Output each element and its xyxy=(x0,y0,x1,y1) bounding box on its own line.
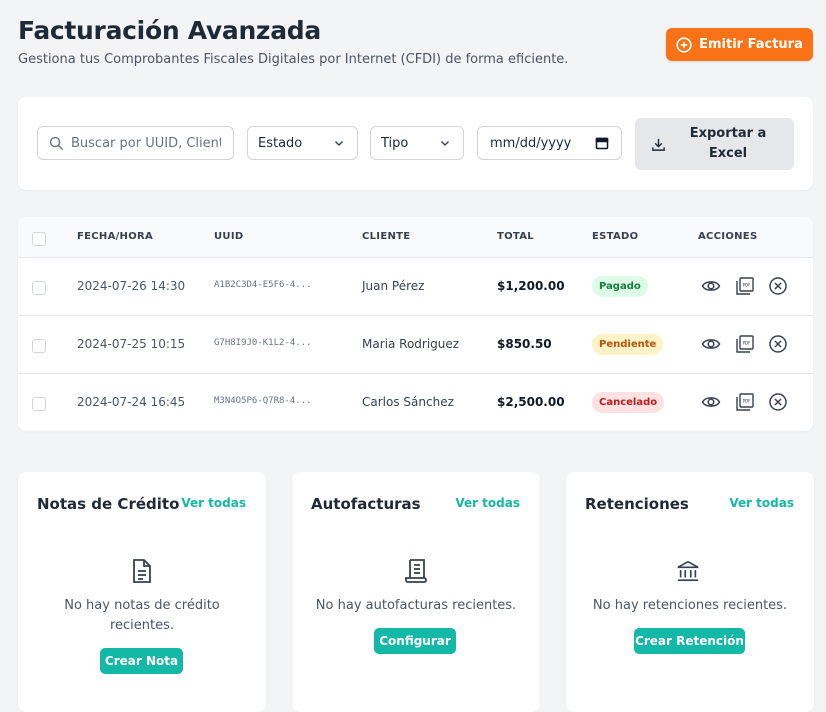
col-uuid: UUID xyxy=(214,231,244,242)
filters-bar: Buscar por UUID, Cliente... Estado Tipo … xyxy=(18,97,813,190)
row-fecha: 2024-07-25 10:15 xyxy=(77,337,186,351)
estado-select[interactable]: Estado xyxy=(247,126,358,160)
cancel-circle-icon[interactable] xyxy=(768,276,788,296)
bank-icon xyxy=(676,558,700,584)
tipo-select-value: Tipo xyxy=(381,135,409,151)
facturas-table: FECHA/HORA UUID CLIENTE TOTAL ESTADO ACC… xyxy=(18,217,813,431)
cancel-circle-icon[interactable] xyxy=(768,392,788,412)
row-cliente: Maria Rodriguez xyxy=(362,337,460,351)
receipt-icon xyxy=(404,558,428,584)
col-acciones: ACCIONES xyxy=(698,231,758,242)
eye-icon[interactable] xyxy=(701,392,721,412)
pdf-icon[interactable]: PDF xyxy=(735,276,755,296)
row-uuid: M3N4O5P6-Q7R8-4... xyxy=(214,396,312,406)
configurar-button[interactable]: Configurar xyxy=(374,628,456,654)
calendar-icon[interactable] xyxy=(595,136,609,150)
empty-message: No hay retenciones recientes. xyxy=(592,598,788,613)
card-title: Retenciones xyxy=(585,495,689,513)
col-fecha: FECHA/HORA xyxy=(77,231,154,242)
crear-retencion-button[interactable]: Crear Retención xyxy=(634,628,745,654)
exportar-excel-button[interactable]: Exportar a Excel xyxy=(635,118,794,170)
col-estado: ESTADO xyxy=(592,231,639,242)
row-checkbox[interactable] xyxy=(32,281,46,295)
card-title: Autofacturas xyxy=(311,495,421,513)
document-icon xyxy=(130,558,154,584)
search-input[interactable]: Buscar por UUID, Cliente... xyxy=(37,126,234,160)
status-badge: Pendiente xyxy=(592,334,664,355)
plus-circle-icon xyxy=(676,36,692,53)
card-notas-credito: Notas de Crédito Ver todas No hay notas … xyxy=(18,472,266,712)
page-title: Facturación Avanzada xyxy=(18,16,321,45)
chevron-down-icon xyxy=(441,141,449,146)
pdf-icon[interactable]: PDF xyxy=(735,392,755,412)
row-fecha: 2024-07-26 14:30 xyxy=(77,279,186,293)
table-row[interactable]: 2024-07-24 16:45 M3N4O5P6-Q7R8-4... Carl… xyxy=(18,373,813,431)
search-icon xyxy=(49,136,64,150)
ver-todas-link[interactable]: Ver todas xyxy=(729,496,794,510)
row-uuid: A1B2C3D4-E5F6-4... xyxy=(214,280,312,290)
estado-select-value: Estado xyxy=(258,135,303,151)
eye-icon[interactable] xyxy=(701,334,721,354)
empty-message: No hay autofacturas recientes. xyxy=(315,598,517,613)
table-header: FECHA/HORA UUID CLIENTE TOTAL ESTADO ACC… xyxy=(18,217,813,257)
date-input[interactable]: mm/dd/yyyy xyxy=(477,126,622,160)
pdf-icon[interactable]: PDF xyxy=(735,334,755,354)
date-placeholder: mm/dd/yyyy xyxy=(490,135,572,151)
row-fecha: 2024-07-24 16:45 xyxy=(77,395,186,409)
col-cliente: CLIENTE xyxy=(362,231,411,242)
table-row[interactable]: 2024-07-25 10:15 G7H8I9J0-K1L2-4... Mari… xyxy=(18,315,813,374)
tipo-select[interactable]: Tipo xyxy=(370,126,464,160)
row-total: $1,200.00 xyxy=(497,279,565,293)
row-uuid: G7H8I9J0-K1L2-4... xyxy=(214,338,312,348)
status-badge: Pagado xyxy=(592,276,648,297)
crear-nota-button[interactable]: Crear Nota xyxy=(100,648,183,674)
ver-todas-link[interactable]: Ver todas xyxy=(181,496,246,510)
status-badge: Cancelado xyxy=(592,392,665,413)
col-total: TOTAL xyxy=(497,231,534,242)
row-cliente: Juan Pérez xyxy=(362,279,425,293)
svg-text:PDF: PDF xyxy=(743,341,751,346)
download-icon xyxy=(652,138,665,151)
card-retenciones: Retenciones Ver todas No hay retenciones… xyxy=(566,472,814,712)
cancel-circle-icon[interactable] xyxy=(768,334,788,354)
emitir-factura-button[interactable]: Emitir Factura xyxy=(666,28,813,61)
select-all-checkbox[interactable] xyxy=(32,232,46,246)
svg-text:PDF: PDF xyxy=(743,399,751,404)
svg-text:PDF: PDF xyxy=(743,283,751,288)
eye-icon[interactable] xyxy=(701,276,721,296)
chevron-down-icon xyxy=(335,141,343,146)
table-row[interactable]: 2024-07-26 14:30 A1B2C3D4-E5F6-4... Juan… xyxy=(18,257,813,316)
search-placeholder: Buscar por UUID, Cliente... xyxy=(71,135,221,151)
row-total: $2,500.00 xyxy=(497,395,565,409)
exportar-excel-label: Exportar a Excel xyxy=(689,126,767,161)
ver-todas-link[interactable]: Ver todas xyxy=(455,496,520,510)
card-autofacturas: Autofacturas Ver todas No hay autofactur… xyxy=(292,472,540,712)
row-cliente: Carlos Sánchez xyxy=(362,395,454,409)
empty-message: No hay notas de crédito recientes. xyxy=(64,598,220,633)
page-subtitle: Gestiona tus Comprobantes Fiscales Digit… xyxy=(18,52,569,67)
emitir-factura-label: Emitir Factura xyxy=(699,37,803,52)
row-checkbox[interactable] xyxy=(32,339,46,353)
row-total: $850.50 xyxy=(497,337,552,351)
card-title: Notas de Crédito xyxy=(37,495,180,513)
row-checkbox[interactable] xyxy=(32,397,46,411)
